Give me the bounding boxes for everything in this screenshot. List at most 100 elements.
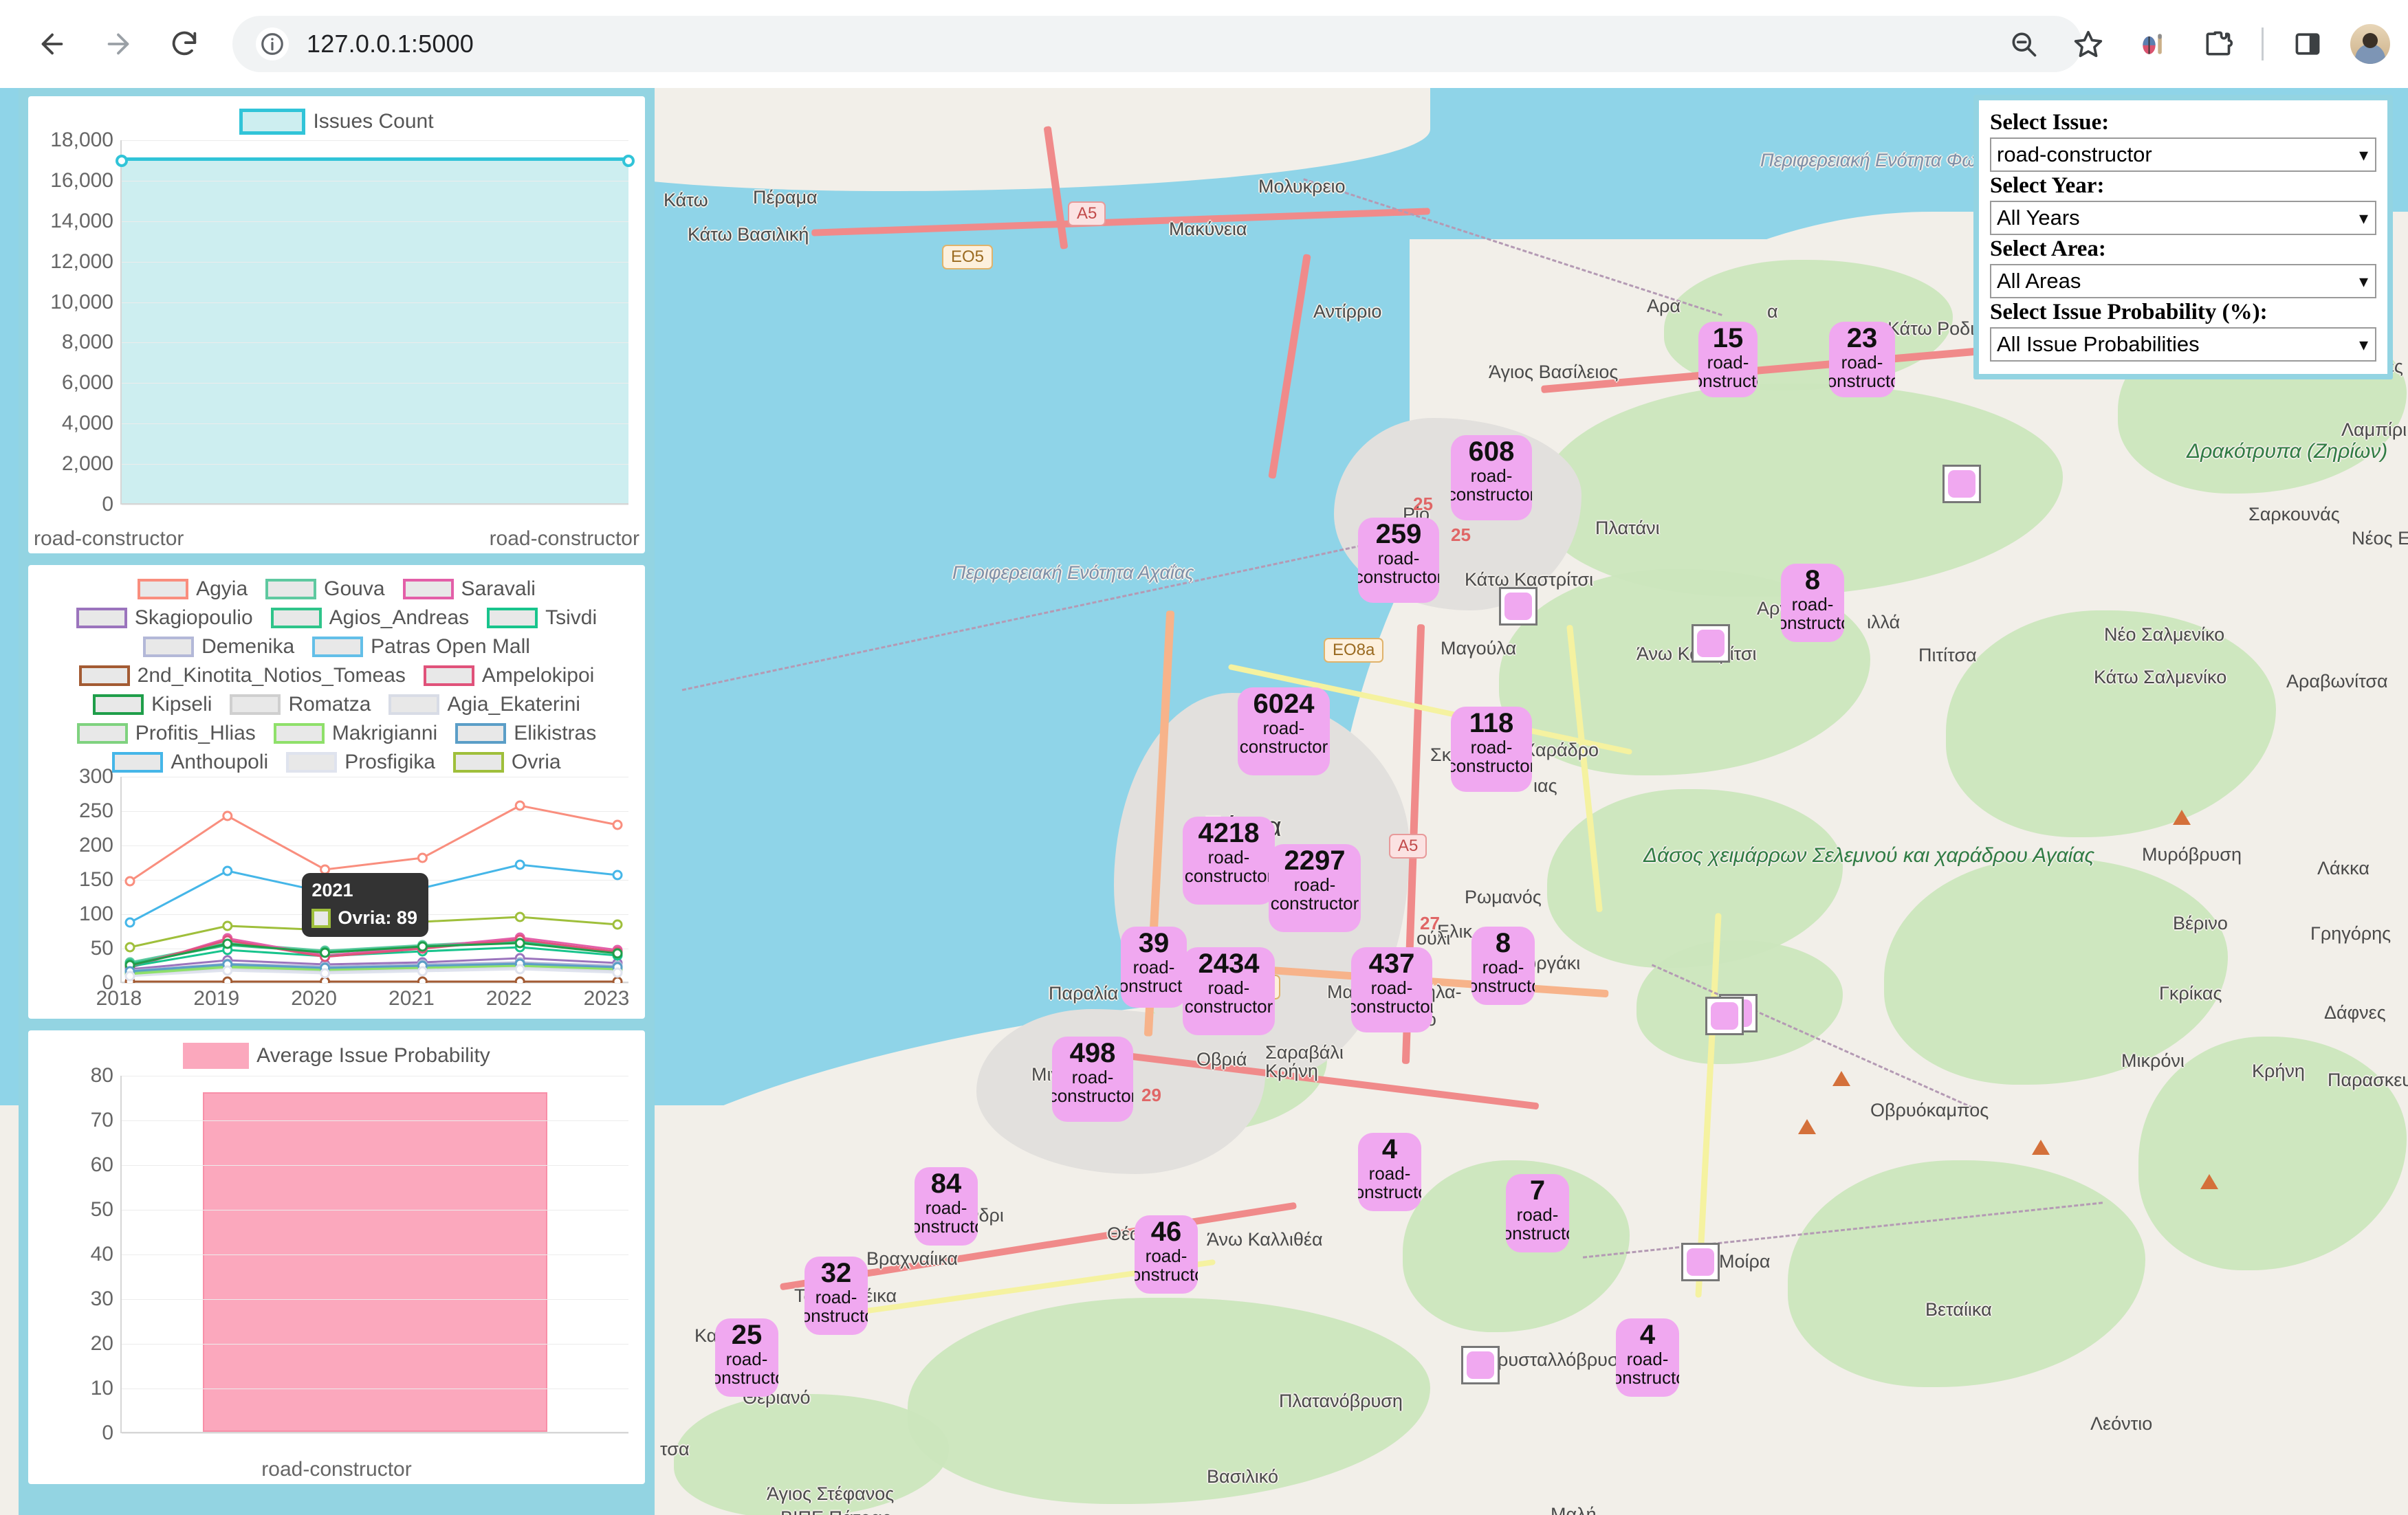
data-point[interactable] (613, 920, 622, 929)
map-issue-marker[interactable]: 39road-​constructor (1121, 927, 1187, 1008)
site-info-icon[interactable] (256, 27, 289, 60)
bar-avg-probability[interactable] (203, 1092, 547, 1432)
data-point[interactable] (223, 940, 232, 948)
data-point[interactable] (516, 939, 524, 947)
forward-button[interactable] (85, 11, 151, 77)
data-point[interactable] (613, 969, 622, 977)
profile-avatar[interactable] (2350, 24, 2390, 64)
legend-item-elikistras[interactable]: Elikistras (455, 722, 596, 745)
square-marker-swatch-icon (1711, 1002, 1738, 1030)
map-issue-marker[interactable]: 15road-​constructor (1698, 322, 1758, 397)
select-probability-dropdown[interactable]: All Issue Probabilities ▾ (1990, 327, 2376, 362)
map-issue-marker[interactable]: 46road-​constructor (1135, 1215, 1198, 1294)
side-panel-icon[interactable] (2277, 14, 2338, 74)
data-point[interactable] (126, 972, 134, 980)
data-point[interactable] (516, 801, 524, 810)
map-issue-marker[interactable]: 259road-​constructor (1358, 518, 1439, 603)
reload-button[interactable] (151, 11, 217, 77)
map-issue-marker[interactable]: 8road-​constructor (1471, 927, 1535, 1005)
map-issue-marker[interactable]: 84road-​constructor (915, 1167, 978, 1246)
data-point[interactable] (613, 871, 622, 879)
map-square-marker[interactable] (1681, 1243, 1720, 1281)
bug-extension-icon[interactable] (2123, 14, 2183, 74)
map-square-marker[interactable] (1705, 997, 1744, 1035)
map-issue-marker[interactable]: 437road-​constructor (1351, 947, 1432, 1032)
data-point[interactable] (126, 943, 134, 951)
data-point[interactable] (516, 861, 524, 869)
legend-item-ampelokipoi[interactable]: Ampelokipoi (424, 664, 594, 687)
map-square-marker[interactable] (1461, 1346, 1500, 1384)
legend-item-saravali[interactable]: Saravali (403, 577, 536, 601)
data-point[interactable] (126, 918, 134, 927)
map-square-marker[interactable] (1942, 465, 1981, 503)
map-issue-marker[interactable]: 4218road-​constructor (1183, 817, 1275, 905)
legend-item-tsivdi[interactable]: Tsivdi (487, 606, 597, 630)
map-issue-marker[interactable]: 4road-​constructor (1358, 1133, 1421, 1211)
bookmark-star-icon[interactable] (2058, 14, 2119, 74)
data-point[interactable] (223, 966, 232, 975)
data-point[interactable] (116, 155, 128, 167)
y-axis-tick: 250 (79, 799, 113, 823)
select-year-dropdown[interactable]: All Years ▾ (1990, 201, 2376, 235)
data-point[interactable] (418, 977, 426, 983)
legend-item-avg-probability[interactable]: Average Issue Probability (183, 1043, 490, 1069)
data-point[interactable] (223, 867, 232, 875)
data-point[interactable] (223, 812, 232, 820)
legend-item-agios-andreas[interactable]: Agios_Andreas (271, 606, 469, 630)
legend-item-2nd-kinotita-notios-tomeas[interactable]: 2nd_Kinotita_Notios_Tomeas (79, 664, 406, 687)
map-square-marker[interactable] (1499, 587, 1537, 626)
map-issue-marker[interactable]: 7road-​constructor (1506, 1174, 1569, 1252)
map-issue-marker[interactable]: 498road-​constructor (1052, 1037, 1133, 1122)
data-point[interactable] (418, 967, 426, 975)
legend-item-demenika[interactable]: Demenika (143, 635, 294, 659)
legend-item-issues-count[interactable]: Issues Count (239, 109, 433, 135)
select-area-dropdown[interactable]: All Areas ▾ (1990, 264, 2376, 298)
map-issue-marker[interactable]: 23road-​constructor (1829, 322, 1895, 397)
data-point[interactable] (418, 854, 426, 862)
legend-item-prosfigika[interactable]: Prosfigika (286, 751, 435, 774)
y-axis-tick: 30 (91, 1287, 113, 1311)
legend-item-makrigianni[interactable]: Makrigianni (274, 722, 437, 745)
data-point[interactable] (516, 977, 524, 983)
legend-item-gouva[interactable]: Gouva (265, 577, 384, 601)
map-issue-marker[interactable]: 608road-​constructor (1451, 435, 1532, 520)
data-point[interactable] (516, 913, 524, 921)
legend-item-profitis-hlias[interactable]: Profitis_Hlias (77, 722, 256, 745)
legend-item-ovria[interactable]: Ovria (453, 751, 561, 774)
map-issue-marker[interactable]: 2297road-​constructor (1269, 844, 1361, 932)
map-issue-marker[interactable]: 118road-​constructor (1451, 707, 1532, 792)
data-point[interactable] (223, 977, 232, 983)
zoom-out-icon[interactable] (1993, 14, 2054, 74)
data-point[interactable] (418, 942, 426, 951)
data-point[interactable] (223, 922, 232, 930)
select-issue-dropdown[interactable]: road-constructor ▾ (1990, 137, 2376, 172)
legend-item-kipseli[interactable]: Kipseli (93, 693, 212, 716)
map-square-marker[interactable] (1692, 624, 1730, 663)
legend-item-skagiopoulio[interactable]: Skagiopoulio (76, 606, 253, 630)
data-point[interactable] (126, 877, 134, 885)
data-point[interactable] (321, 949, 329, 957)
map-label: Νέος Ερινεός (2352, 528, 2408, 549)
map-issue-marker[interactable]: 32road-​constructor (805, 1257, 868, 1335)
data-point[interactable] (613, 949, 622, 958)
back-button[interactable] (19, 11, 85, 77)
y-axis-tick: 0 (102, 1422, 113, 1445)
data-point[interactable] (613, 977, 622, 983)
legend-item-anthoupoli[interactable]: Anthoupoli (112, 751, 268, 774)
map-issue-marker[interactable]: 8road-​constructor (1781, 564, 1844, 642)
puzzle-extensions-icon[interactable] (2187, 14, 2248, 74)
legend-item-romatza[interactable]: Romatza (230, 693, 371, 716)
address-bar[interactable]: 127.0.0.1:5000 (232, 16, 2082, 72)
legend-item-patras-open-mall[interactable]: Patras Open Mall (312, 635, 530, 659)
data-point[interactable] (321, 969, 329, 977)
data-point[interactable] (613, 821, 622, 829)
legend-item-agyia[interactable]: Agyia (138, 577, 248, 601)
map-issue-marker[interactable]: 2434road-​constructor (1183, 947, 1275, 1035)
map-issue-marker[interactable]: 4road-​constructor (1616, 1318, 1679, 1397)
map-issue-marker[interactable]: 6024road-​constructor (1238, 687, 1330, 775)
legend-item-agia-ekaterini[interactable]: Agia_Ekaterini (388, 693, 580, 716)
data-point[interactable] (622, 155, 635, 167)
legend-label: Romatza (288, 693, 371, 716)
data-point[interactable] (516, 965, 524, 973)
map-issue-marker[interactable]: 25road-​constructor (715, 1318, 778, 1397)
